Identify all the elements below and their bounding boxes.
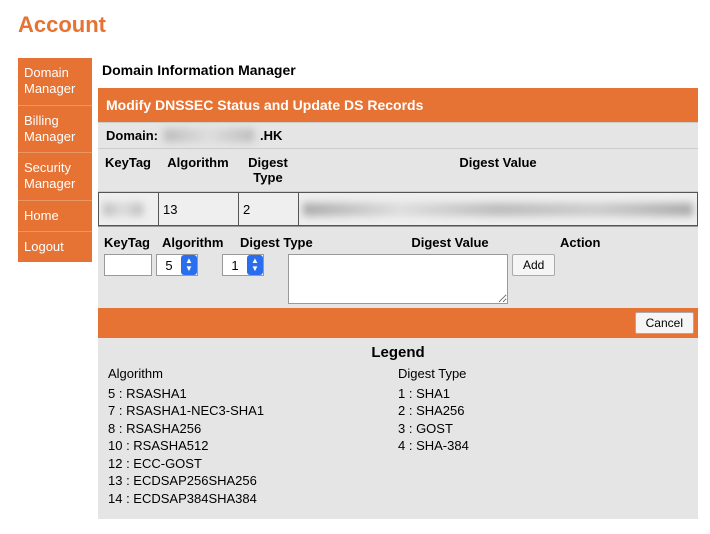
add-th-digest-type: Digest Type [240,235,340,250]
legend-algorithm-item: 7 : RSASHA1-NEC3-SHA1 [108,402,398,420]
chevron-down-icon[interactable]: ▼ [251,265,259,273]
sidebar-item-logout[interactable]: Logout [18,232,92,262]
legend-digesttype-item: 4 : SHA-384 [398,437,688,455]
legend-digesttype-item: 3 : GOST [398,420,688,438]
main-content: Domain Information Manager Modify DNSSEC… [98,58,698,519]
legend-algorithm-header: Algorithm [108,365,398,383]
digest-type-stepper-buttons[interactable]: ▲ ▼ [247,255,263,275]
td-keytag [98,192,158,226]
ds-table-header: KeyTag Algorithm Digest Type Digest Valu… [98,149,698,192]
add-th-action: Action [560,235,692,250]
domain-bar: Domain: .HK [98,122,698,149]
legend: Legend Algorithm 5 : RSASHA1 7 : RSASHA1… [98,338,698,519]
legend-algorithm-item: 13 : ECDSAP256SHA256 [108,472,398,490]
legend-algorithm-item: 8 : RSASHA256 [108,420,398,438]
sidebar-item-security-manager[interactable]: Security Manager [18,153,92,201]
legend-algorithm-item: 5 : RSASHA1 [108,385,398,403]
digest-value-textarea[interactable] [288,254,508,304]
page-title: Account [18,12,698,38]
domain-label: Domain: [106,128,158,143]
legend-title: Legend [108,344,688,361]
algorithm-value: 5 [157,258,181,273]
algorithm-stepper-buttons[interactable]: ▲ ▼ [181,255,197,275]
domain-suffix: .HK [260,128,282,143]
th-digest-value: Digest Value [298,149,698,191]
add-th-digest-value: Digest Value [340,235,560,250]
sidebar-item-domain-manager[interactable]: Domain Manager [18,58,92,106]
th-keytag: KeyTag [98,149,158,191]
add-th-keytag: KeyTag [104,235,162,250]
sidebar: Domain Manager Billing Manager Security … [18,58,92,262]
td-algorithm: 13 [158,192,238,226]
keytag-redacted [103,203,143,216]
digest-type-stepper[interactable]: 1 ▲ ▼ [222,254,264,276]
add-button[interactable]: Add [512,254,555,276]
legend-algorithm-col: Algorithm 5 : RSASHA1 7 : RSASHA1-NEC3-S… [108,365,398,507]
legend-algorithm-item: 12 : ECC-GOST [108,455,398,473]
add-ds-form: KeyTag Algorithm Digest Type Digest Valu… [98,227,698,308]
sidebar-item-billing-manager[interactable]: Billing Manager [18,106,92,154]
algorithm-stepper[interactable]: 5 ▲ ▼ [156,254,198,276]
cancel-bar: Cancel [98,308,698,338]
legend-algorithm-item: 14 : ECDSAP384SHA384 [108,490,398,508]
chevron-down-icon[interactable]: ▼ [185,265,193,273]
th-algorithm: Algorithm [158,149,238,191]
td-digest-type: 2 [238,192,298,226]
add-th-algorithm: Algorithm [162,235,240,250]
legend-algorithm-item: 10 : RSASHA512 [108,437,398,455]
main-title: Domain Information Manager [98,58,698,88]
section-subtitle: Modify DNSSEC Status and Update DS Recor… [98,88,698,122]
ds-table-row: 13 2 [98,192,698,227]
legend-digesttype-header: Digest Type [398,365,688,383]
keytag-input[interactable] [104,254,152,276]
legend-digesttype-item: 2 : SHA256 [398,402,688,420]
legend-digesttype-col: Digest Type 1 : SHA1 2 : SHA256 3 : GOST… [398,365,688,507]
digest-value-redacted [303,203,693,216]
cancel-button[interactable]: Cancel [635,312,694,334]
digest-type-value: 1 [223,258,247,273]
sidebar-item-home[interactable]: Home [18,201,92,232]
legend-digesttype-item: 1 : SHA1 [398,385,688,403]
th-digest-type: Digest Type [238,149,298,191]
domain-name-redacted [164,129,254,142]
td-digest-value [298,192,698,226]
